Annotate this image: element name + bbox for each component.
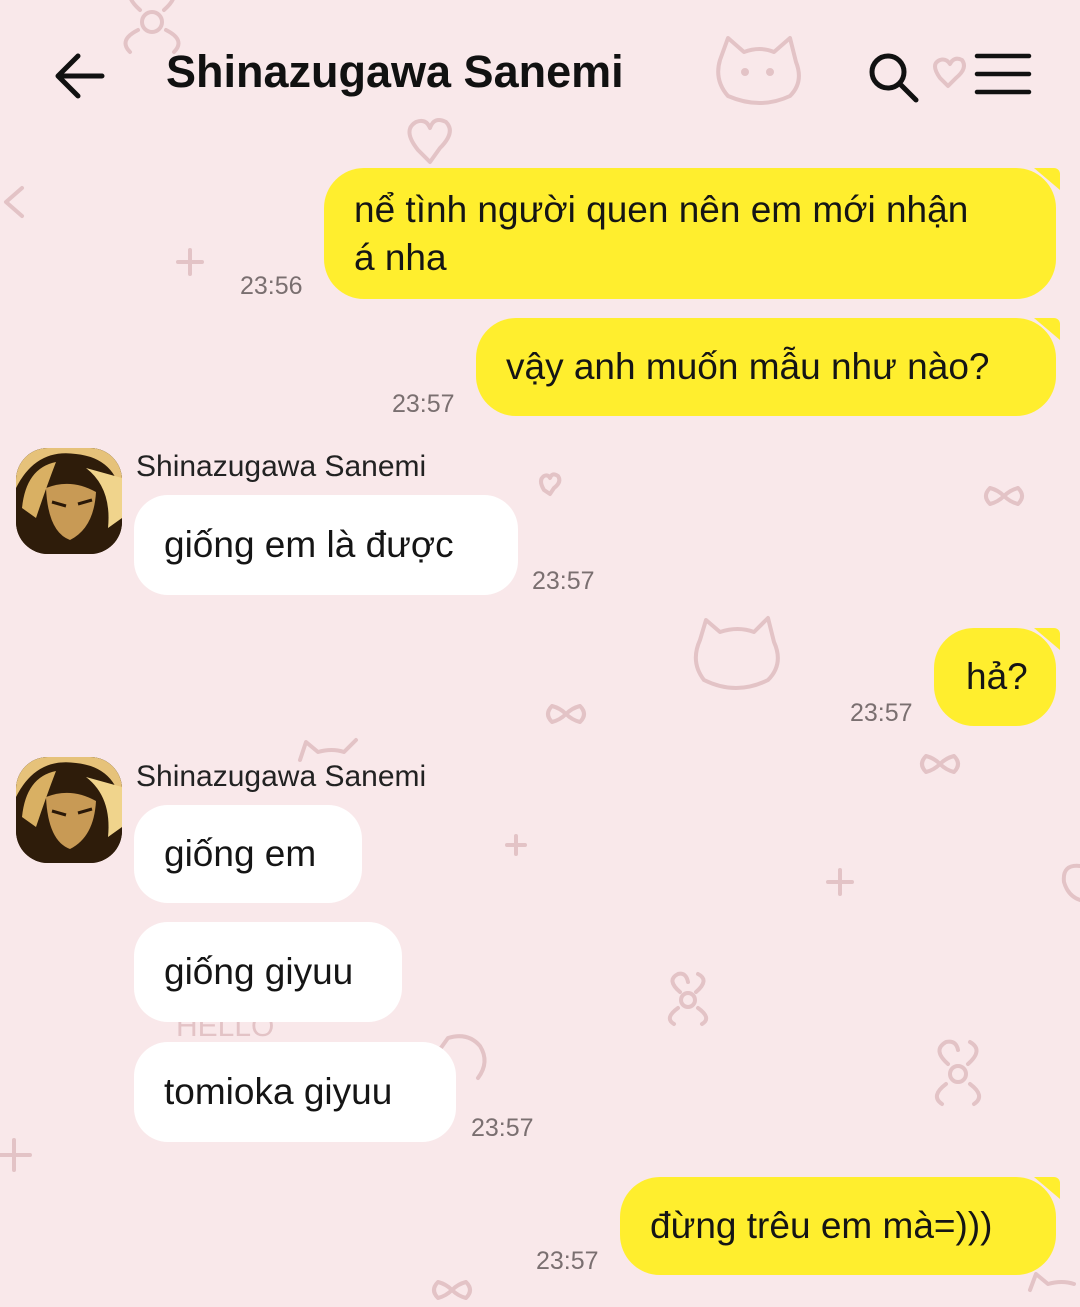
sender-avatar[interactable] [16, 448, 122, 554]
arrow-left-icon [55, 53, 105, 99]
message-time: 23:57 [536, 1247, 599, 1275]
menu-button[interactable] [974, 52, 1032, 96]
sender-name: Shinazugawa Sanemi [136, 450, 427, 483]
outgoing-message-bubble[interactable]: nể tình người quen nên em mới nhận á nha [324, 168, 1060, 299]
message-text: tomioka giyuu [164, 1071, 393, 1112]
incoming-message-bubble[interactable]: giống em [134, 805, 362, 903]
message-text: giống giyuu [164, 951, 354, 992]
outgoing-message-bubble[interactable]: hả? [934, 628, 1060, 726]
message-time: 23:57 [532, 567, 595, 595]
message-text: nể tình người quen nên em mới nhận [354, 189, 969, 230]
hamburger-menu-icon [974, 53, 1032, 95]
message-time: 23:57 [850, 699, 913, 727]
sender-name: Shinazugawa Sanemi [136, 760, 427, 793]
incoming-message-bubble[interactable]: tomioka giyuu [134, 1042, 456, 1142]
sender-avatar[interactable] [16, 757, 122, 863]
message-text: hả? [966, 656, 1028, 697]
message-time: 23:57 [471, 1114, 534, 1142]
message-text: giống em là được [164, 524, 454, 565]
search-button[interactable] [866, 50, 920, 104]
message-text: đừng trêu em mà=))) [650, 1205, 993, 1246]
outgoing-message-bubble[interactable]: đừng trêu em mà=))) [620, 1177, 1060, 1275]
avatar-image [16, 448, 122, 554]
message-time: 23:57 [392, 390, 455, 418]
message-text: giống em [164, 833, 317, 874]
incoming-message-bubble[interactable]: giống em là được [134, 495, 518, 595]
avatar-image [16, 757, 122, 863]
chat-header: Shinazugawa Sanemi [0, 0, 1080, 150]
search-icon [869, 53, 919, 103]
message-time: 23:56 [240, 272, 303, 300]
chat-title: Shinazugawa Sanemi [166, 46, 624, 97]
back-button[interactable] [50, 48, 110, 104]
bow-doodle [984, 486, 1024, 506]
outgoing-message-bubble[interactable]: vậy anh muốn mẫu như nào? [476, 318, 1060, 416]
message-text: vậy anh muốn mẫu như nào? [506, 346, 990, 387]
incoming-message-bubble[interactable]: giống giyuu [134, 922, 402, 1022]
message-text: á nha [354, 237, 447, 278]
